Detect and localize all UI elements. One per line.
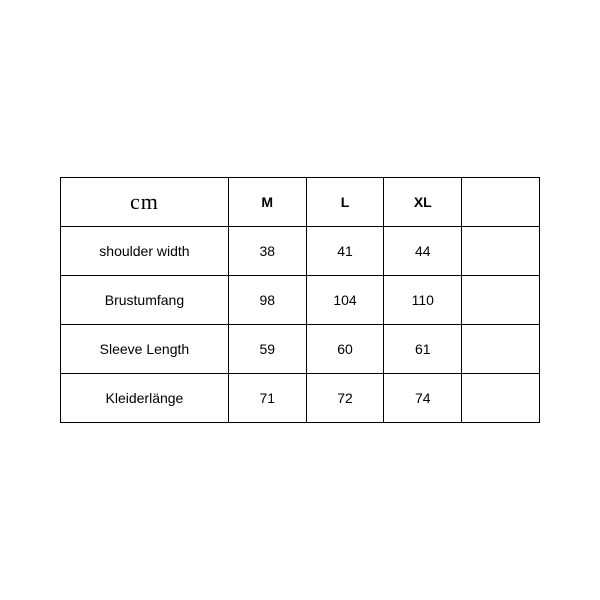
cell: 98 [228,276,306,325]
cell: 41 [306,227,384,276]
cell: 72 [306,374,384,423]
row-label: Sleeve Length [61,325,229,374]
column-header-l: L [306,178,384,227]
size-table: cm M L XL shoulder width 38 41 44 Brustu… [60,177,540,423]
table-row: Brustumfang 98 104 110 [61,276,540,325]
row-label: Kleiderlänge [61,374,229,423]
row-label: Brustumfang [61,276,229,325]
column-header-xl: XL [384,178,462,227]
table-row: Kleiderlänge 71 72 74 [61,374,540,423]
column-header-blank [462,178,540,227]
cell: 110 [384,276,462,325]
table-row: shoulder width 38 41 44 [61,227,540,276]
page: cm M L XL shoulder width 38 41 44 Brustu… [0,0,600,600]
cell: 104 [306,276,384,325]
cell-blank [462,374,540,423]
cell-blank [462,227,540,276]
cell: 59 [228,325,306,374]
table-header-row: cm M L XL [61,178,540,227]
column-header-m: M [228,178,306,227]
cell: 38 [228,227,306,276]
unit-header: cm [61,178,229,227]
cell-blank [462,276,540,325]
cell: 71 [228,374,306,423]
table-row: Sleeve Length 59 60 61 [61,325,540,374]
cell-blank [462,325,540,374]
cell: 44 [384,227,462,276]
cell: 61 [384,325,462,374]
cell: 74 [384,374,462,423]
row-label: shoulder width [61,227,229,276]
cell: 60 [306,325,384,374]
